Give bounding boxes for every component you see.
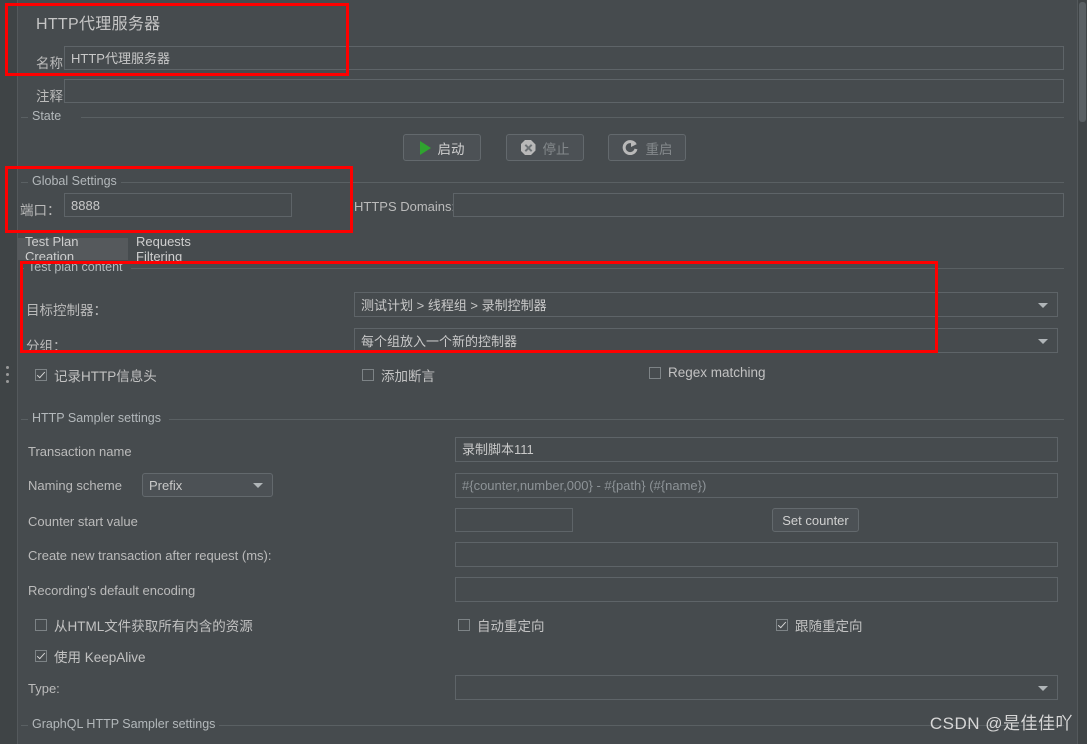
checkbox-retrieve-embedded-resources-label: 从HTML文件获取所有内含的资源	[54, 619, 253, 634]
scrollbar-thumb[interactable]	[1079, 2, 1086, 122]
counter-start-value-label: Counter start value	[28, 514, 138, 529]
page-title: HTTP代理服务器	[36, 16, 161, 33]
checkbox-add-assertions-label: 添加断言	[381, 369, 435, 384]
checkbox-box	[776, 619, 788, 631]
restart-button-label: 重启	[645, 141, 673, 157]
naming-scheme-value: Prefix	[149, 477, 183, 493]
tab-test-plan-creation[interactable]: Test Plan Creation	[17, 234, 128, 264]
checkbox-follow-redirect[interactable]: 跟随重定向	[776, 615, 863, 635]
checkbox-follow-redirect-label: 跟随重定向	[795, 619, 863, 634]
start-button[interactable]: 启动	[403, 134, 481, 161]
set-counter-button[interactable]: Set counter	[772, 508, 859, 532]
checkbox-retrieve-embedded-resources[interactable]: 从HTML文件获取所有内含的资源	[35, 615, 253, 635]
splitter-drag-handle[interactable]	[6, 366, 11, 385]
https-domains-input[interactable]	[453, 193, 1064, 217]
chevron-down-icon	[1038, 338, 1048, 344]
watermark: CSDN @是佳佳吖	[929, 714, 1073, 733]
target-controller-value: 测试计划 > 线程组 > 录制控制器	[361, 298, 547, 313]
checkbox-box	[362, 369, 374, 381]
target-controller-label: 目标控制器：	[26, 303, 107, 318]
http-sampler-settings-group-title: HTTP Sampler settings	[28, 411, 165, 425]
checkbox-record-http-headers-label: 记录HTTP信息头	[54, 369, 157, 384]
checkbox-use-keepalive[interactable]: 使用 KeepAlive	[35, 646, 146, 666]
graphql-settings-group-title: GraphQL HTTP Sampler settings	[28, 717, 220, 731]
panel-content: HTTP代理服务器 名称： HTTP代理服务器 注释： State 启动 停止	[17, 0, 1078, 744]
naming-pattern-input[interactable]: #{counter,number,000} - #{path} (#{name}…	[455, 473, 1058, 498]
test-plan-content-group-title: Test plan content	[24, 260, 127, 274]
graphql-settings-group: GraphQL HTTP Sampler settings	[21, 717, 1064, 744]
checkbox-box	[35, 619, 47, 631]
naming-scheme-label: Naming scheme	[28, 478, 122, 493]
create-new-transaction-input[interactable]	[455, 542, 1058, 567]
target-controller-combo[interactable]: 测试计划 > 线程组 > 录制控制器	[354, 292, 1058, 317]
state-group-title: State	[28, 109, 66, 123]
stop-button-label: 停止	[542, 141, 570, 157]
checkbox-auto-redirect-label: 自动重定向	[477, 619, 545, 634]
restart-icon	[622, 140, 639, 156]
global-settings-group-title: Global Settings	[28, 174, 121, 188]
checkbox-box	[458, 619, 470, 631]
grouping-value: 每个组放入一个新的控制器	[361, 334, 518, 349]
counter-start-value-input[interactable]	[455, 508, 573, 532]
checkbox-add-assertions[interactable]: 添加断言	[362, 365, 435, 385]
tab-requests-filtering[interactable]: Requests Filtering	[128, 234, 232, 264]
chevron-down-icon	[1038, 302, 1048, 308]
checkbox-regex-matching-label: Regex matching	[668, 365, 766, 380]
grouping-label: 分组：	[26, 339, 67, 354]
port-label: 端口：	[20, 203, 61, 218]
grouping-combo[interactable]: 每个组放入一个新的控制器	[354, 328, 1058, 353]
checkbox-box	[649, 366, 661, 379]
https-domains-label: HTTPS Domains:	[354, 199, 456, 214]
left-splitter[interactable]	[0, 0, 18, 744]
set-counter-button-label: Set counter	[782, 512, 849, 528]
tab-requests-filtering-label: Requests Filtering	[136, 234, 191, 264]
chevron-down-icon	[1038, 685, 1048, 691]
vertical-scrollbar[interactable]	[1077, 0, 1087, 744]
chevron-down-icon	[253, 483, 263, 488]
checkbox-auto-redirect[interactable]: 自动重定向	[458, 615, 545, 635]
name-input[interactable]: HTTP代理服务器	[64, 46, 1064, 70]
port-input[interactable]: 8888	[64, 193, 292, 217]
http-proxy-server-panel: HTTP代理服务器 名称： HTTP代理服务器 注释： State 启动 停止	[0, 0, 1087, 744]
checkbox-use-keepalive-label: 使用 KeepAlive	[54, 650, 146, 665]
play-icon	[419, 140, 431, 155]
restart-button[interactable]: 重启	[608, 134, 686, 161]
stop-button[interactable]: 停止	[506, 134, 584, 161]
comments-input[interactable]	[64, 79, 1064, 103]
start-button-label: 启动	[437, 141, 465, 157]
checkbox-box	[35, 650, 47, 662]
create-new-transaction-label: Create new transaction after request (ms…	[28, 548, 272, 563]
default-encoding-input[interactable]	[455, 577, 1058, 602]
stop-icon	[520, 140, 536, 155]
checkbox-box	[35, 369, 47, 381]
transaction-name-input[interactable]: 录制脚本111	[455, 437, 1058, 462]
type-label: Type:	[28, 681, 60, 696]
type-combo[interactable]	[455, 675, 1058, 700]
checkbox-regex-matching[interactable]: Regex matching	[649, 365, 766, 380]
naming-scheme-combo[interactable]: Prefix	[142, 473, 273, 497]
default-encoding-label: Recording's default encoding	[28, 583, 196, 598]
checkbox-record-http-headers[interactable]: 记录HTTP信息头	[35, 365, 157, 385]
transaction-name-label: Transaction name	[28, 444, 132, 459]
